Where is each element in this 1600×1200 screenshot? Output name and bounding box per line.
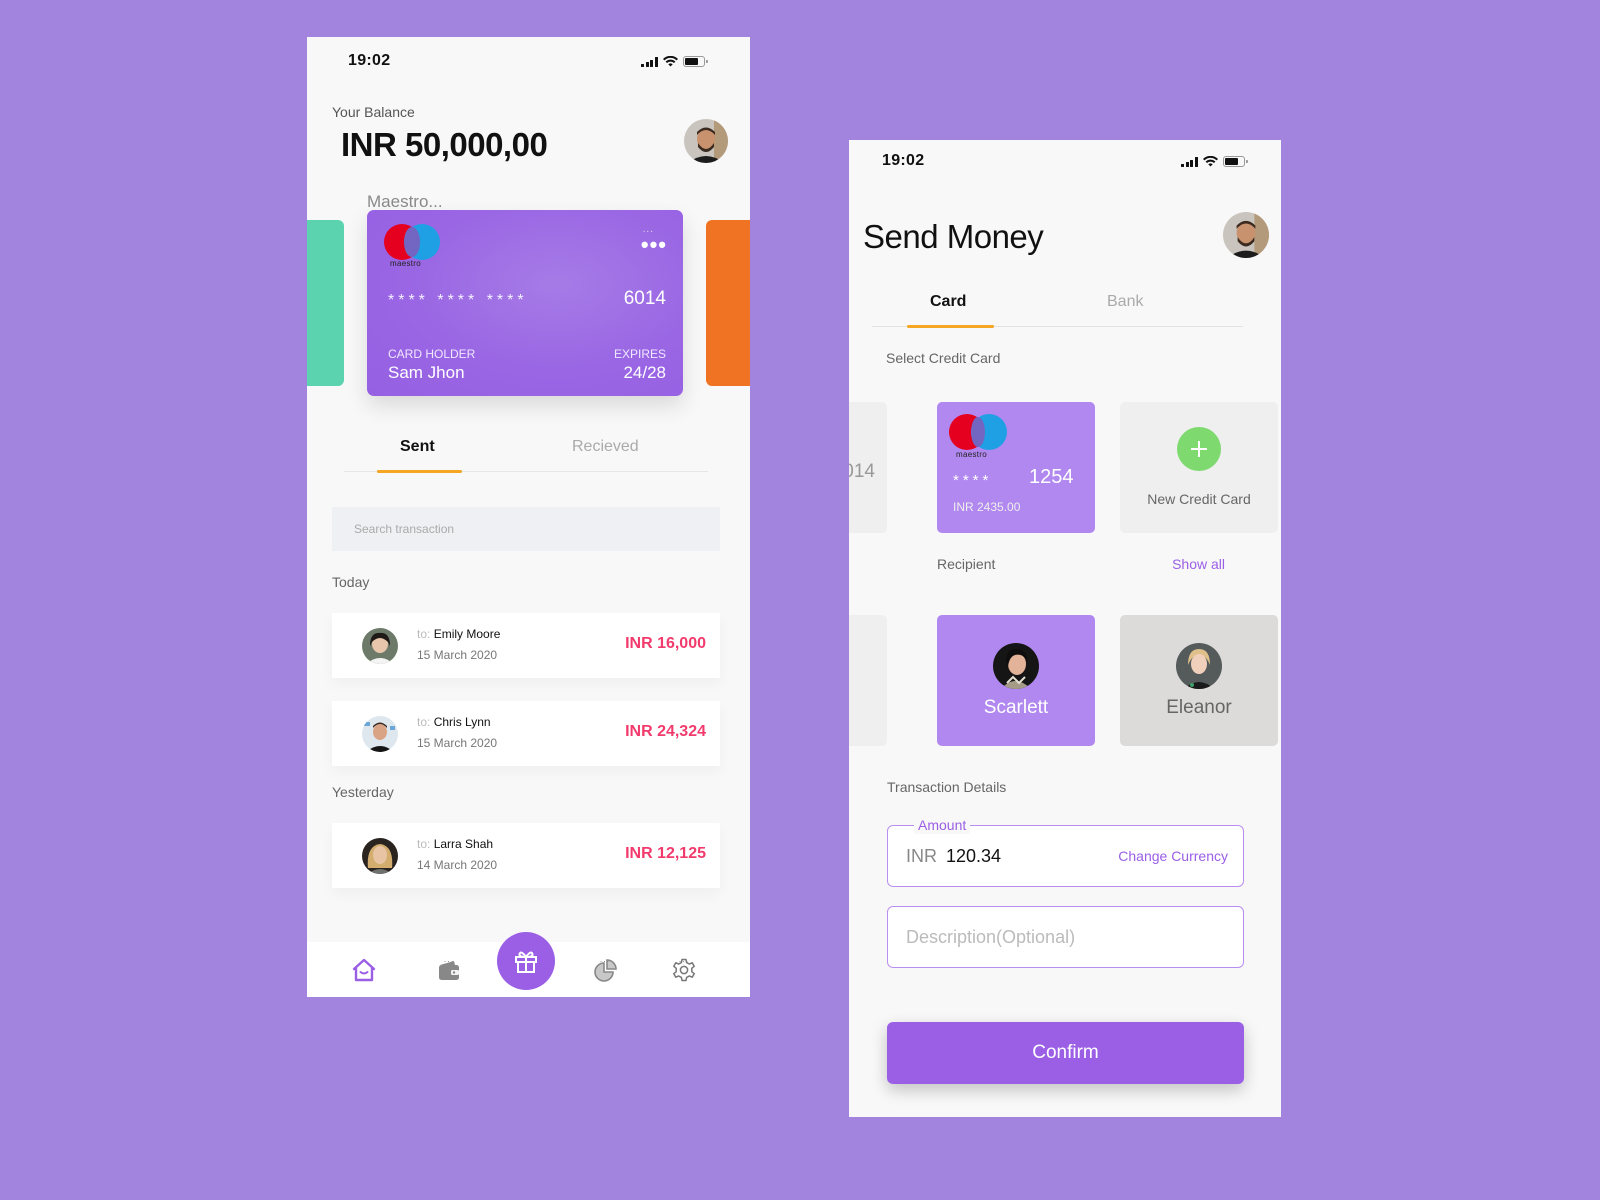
- transaction-recipient: to: Emily Moore: [417, 627, 501, 641]
- new-card-tile[interactable]: New Credit Card: [1120, 402, 1278, 533]
- recipient-avatar: [362, 716, 398, 752]
- card-holder-name: Sam Jhon: [388, 363, 465, 382]
- tab-active-underline: [907, 325, 994, 328]
- gift-fab-button[interactable]: [497, 932, 555, 990]
- amount-field: Amount INR Change Currency: [887, 816, 1244, 887]
- status-time: 19:02: [348, 52, 391, 69]
- card-tile-prev[interactable]: 014: [849, 402, 887, 533]
- currency-code: INR: [906, 846, 937, 866]
- home-icon: [352, 958, 376, 981]
- group-label-yesterday: Yesterday: [332, 784, 394, 800]
- card-expires-label: EXPIRES: [613, 347, 666, 361]
- card-expires-value: 24/28: [623, 363, 666, 382]
- debit-card[interactable]: maestro ... ••• **** **** **** 6014 CARD…: [367, 210, 683, 396]
- card-number-masked: ****: [953, 472, 993, 489]
- recipient-avatar: [993, 643, 1039, 689]
- show-all-link[interactable]: Show all: [1172, 556, 1225, 572]
- maestro-logo: maestro: [384, 224, 444, 268]
- battery-icon: [1222, 156, 1248, 167]
- group-label-today: Today: [332, 574, 370, 590]
- battery-icon: [682, 56, 708, 67]
- nav-settings[interactable]: ...: [662, 942, 706, 997]
- card-last4: 6014: [623, 288, 666, 309]
- next-card[interactable]: [706, 220, 750, 386]
- transaction-recipient: to: Chris Lynn: [417, 715, 491, 729]
- card-tile-selected[interactable]: maestro **** 1254 INR 2435.00: [937, 402, 1095, 533]
- transaction-details-label: Transaction Details: [887, 779, 1007, 795]
- transaction-row[interactable]: to: Chris Lynn 15 March 2020 INR 24,324: [332, 701, 720, 766]
- gift-icon: [515, 951, 537, 973]
- transaction-amount: INR 24,324: [625, 723, 706, 740]
- card-name-label: Maestro...: [367, 192, 443, 211]
- transaction-recipient: to: Larra Shah: [417, 837, 494, 851]
- tab-card[interactable]: Card: [930, 293, 966, 311]
- status-time: 19:02: [882, 152, 925, 169]
- tab-sent[interactable]: Sent: [400, 438, 435, 456]
- wallet-screen: 19:02 Your Balance INR 50,000,00 Maestro…: [307, 37, 750, 997]
- recipient-tile-prev[interactable]: [849, 615, 887, 746]
- transaction-row[interactable]: to: Emily Moore 15 March 2020 INR 16,000: [332, 613, 720, 678]
- card-balance: INR 2435.00: [953, 500, 1021, 514]
- description-input[interactable]: [888, 907, 1243, 967]
- search-input[interactable]: [332, 507, 720, 551]
- recipient-avatar: [362, 628, 398, 664]
- recipient-name: Scarlett: [983, 697, 1049, 718]
- nav-wallet[interactable]: ...: [427, 942, 471, 997]
- maestro-logo: maestro: [949, 414, 1009, 459]
- recipient-avatar: [362, 838, 398, 874]
- wifi-icon: [1202, 156, 1218, 167]
- wifi-icon: [662, 56, 678, 67]
- transaction-date: 15 March 2020: [417, 648, 498, 662]
- recipient-tile-scarlett[interactable]: Scarlett: [937, 615, 1095, 746]
- transaction-row[interactable]: to: Larra Shah 14 March 2020 INR 12,125: [332, 823, 720, 888]
- card-number-masked: **** **** ****: [388, 292, 528, 309]
- balance-value: INR 50,000,00: [341, 126, 548, 163]
- tab-bank[interactable]: Bank: [1107, 293, 1143, 311]
- transfer-type-tabs: Card Bank: [872, 287, 1243, 328]
- card-more-icon[interactable]: •••: [641, 232, 667, 258]
- plus-icon: [1177, 427, 1221, 471]
- balance-label: Your Balance: [332, 104, 415, 120]
- amount-input[interactable]: [946, 841, 1096, 871]
- card-last4: 1254: [1029, 466, 1074, 488]
- transaction-date: 15 March 2020: [417, 736, 498, 750]
- change-currency-link[interactable]: Change Currency: [1118, 848, 1228, 864]
- profile-avatar[interactable]: [684, 119, 728, 163]
- status-icons: [1181, 156, 1248, 167]
- transaction-date: 14 March 2020: [417, 858, 498, 872]
- confirm-button[interactable]: Confirm: [887, 1022, 1244, 1084]
- nav-stats[interactable]: ...: [583, 942, 627, 997]
- nav-home[interactable]: [342, 942, 386, 997]
- select-card-label: Select Credit Card: [886, 350, 1001, 366]
- signal-icon: [641, 56, 658, 67]
- signal-icon: [1181, 156, 1198, 167]
- recipient-name: Eleanor: [1166, 697, 1232, 718]
- card-holder-label: CARD HOLDER: [388, 347, 476, 361]
- prev-card[interactable]: [307, 220, 344, 386]
- description-field: [887, 906, 1244, 968]
- send-money-screen: 19:02 Send Money Card Bank Select Credit…: [849, 140, 1281, 1117]
- transaction-tabs: Sent Recieved: [344, 432, 708, 473]
- transaction-amount: INR 16,000: [625, 635, 706, 652]
- amount-legend: Amount: [914, 816, 971, 834]
- recipient-avatar: [1176, 643, 1222, 689]
- transaction-amount: INR 12,125: [625, 845, 706, 862]
- status-icons: [641, 56, 708, 67]
- recipient-label: Recipient: [937, 556, 996, 572]
- tab-recieved[interactable]: Recieved: [572, 438, 639, 456]
- page-title: Send Money: [863, 218, 1044, 255]
- tab-active-underline: [377, 470, 462, 473]
- recipient-tile-eleanor[interactable]: Eleanor: [1120, 615, 1278, 746]
- new-card-label: New Credit Card: [1147, 491, 1251, 507]
- profile-avatar[interactable]: [1223, 212, 1269, 258]
